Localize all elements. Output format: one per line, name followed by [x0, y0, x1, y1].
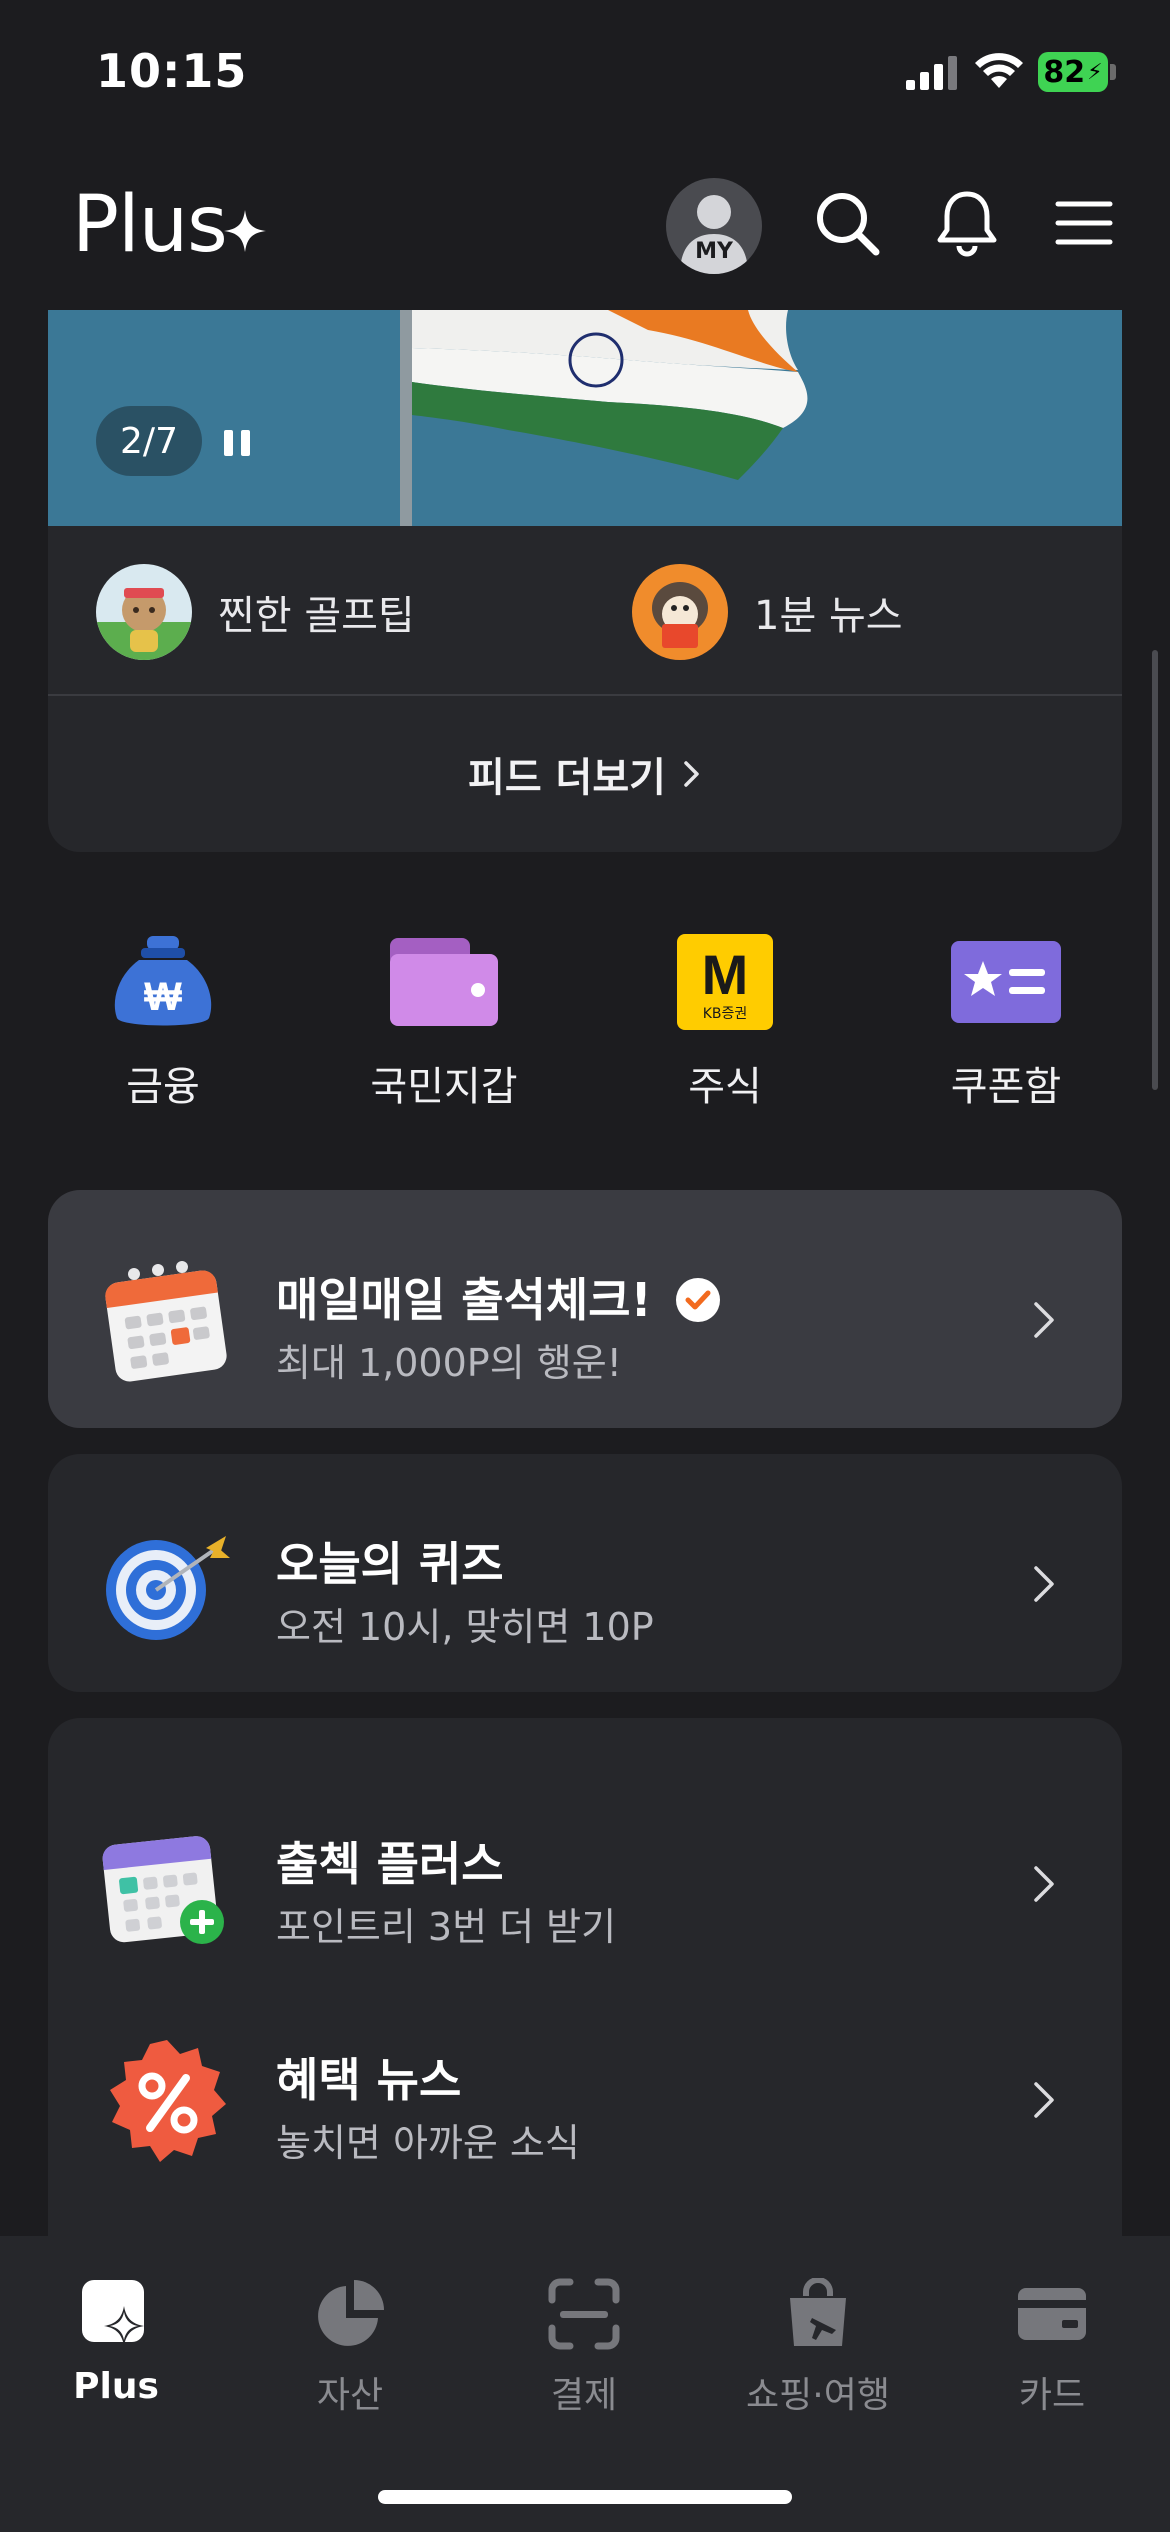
scrollbar[interactable]: [1152, 650, 1158, 1090]
hedgehog-reading-icon: [632, 564, 728, 660]
sparkle-icon: [224, 210, 266, 252]
shopping-bag-plane-icon: [790, 2278, 846, 2346]
kb-securities-icon: M KB증권: [677, 934, 773, 1030]
app-logo[interactable]: Plus: [72, 180, 228, 270]
chevron-right-icon: [1034, 1302, 1054, 1338]
quiz-row[interactable]: 오늘의 퀴즈 오전 10시, 맞히면 10P: [48, 1472, 1122, 1672]
tab-payment[interactable]: 결제: [484, 2272, 684, 2418]
tab-plus[interactable]: Plus: [16, 2272, 216, 2407]
benefits-card: 출첵 플러스 포인트리 3번 더 받기 혜택 뉴스 놓치면 아까운 소식: [48, 1718, 1122, 2278]
golf-avatar: [96, 564, 192, 660]
quick-menu-coupon[interactable]: 쿠폰함: [906, 930, 1106, 1112]
benefit-news-title: 혜택 뉴스: [276, 2053, 462, 2107]
attendance-title: 매일매일 출석체크!: [276, 1264, 722, 1330]
search-icon[interactable]: [812, 188, 882, 258]
check-plus-subtitle: 포인트리 3번 더 받기: [276, 1905, 617, 1949]
attendance-card[interactable]: 매일매일 출석체크! 최대 1,000P의 행운!: [48, 1190, 1122, 1428]
target-dart-icon: [106, 1536, 230, 1640]
check-badge-icon: [675, 1278, 720, 1322]
quiz-title: 오늘의 퀴즈: [276, 1537, 504, 1591]
tab-card[interactable]: 카드: [952, 2272, 1152, 2418]
chevron-right-icon: [684, 761, 699, 787]
app-header: Plus MY: [0, 170, 1170, 310]
tab-label: 카드: [1018, 2375, 1086, 2416]
feed-card: 2/7 찐한 골프팁 1분 뉴스 피드 더보기: [48, 310, 1122, 852]
check-plus-row[interactable]: 출첵 플러스 포인트리 3번 더 받기: [48, 1772, 1122, 1972]
menu-icon[interactable]: [1054, 188, 1114, 258]
calendar-plus-icon: [102, 1836, 224, 1944]
money-bag-icon: ₩: [114, 936, 212, 1026]
quick-menu-label: 금융: [126, 1064, 200, 1110]
my-avatar-button[interactable]: MY: [666, 178, 762, 274]
quick-menu-label: 주식: [688, 1064, 762, 1110]
credit-card-icon: [1018, 2288, 1086, 2340]
status-time: 10:15: [96, 44, 248, 98]
quiz-card[interactable]: 오늘의 퀴즈 오전 10시, 맞히면 10P: [48, 1454, 1122, 1692]
feed-items: 찐한 골프팁 1분 뉴스: [48, 526, 1122, 706]
attendance-row[interactable]: 매일매일 출석체크! 최대 1,000P의 행운!: [48, 1208, 1122, 1408]
feed-item-golf[interactable]: 찐한 골프팁: [96, 562, 415, 662]
tab-label: 결제: [550, 2375, 618, 2416]
plus-sparkle-icon: [82, 2280, 144, 2346]
wifi-icon: [975, 53, 1023, 88]
tab-assets[interactable]: 자산: [250, 2272, 450, 2418]
wallet-icon: [390, 938, 498, 1026]
benefit-news-subtitle: 놓치면 아까운 소식: [276, 2121, 580, 2165]
calendar-icon: [105, 1261, 227, 1382]
feed-more-label: 피드 더보기: [468, 755, 666, 801]
percent-badge-icon: [110, 2040, 226, 2162]
feed-item-news[interactable]: 1분 뉴스: [632, 562, 903, 662]
feed-item-label: 1분 뉴스: [754, 593, 903, 639]
golf-bear-icon: [96, 564, 192, 660]
pie-chart-icon: [318, 2280, 384, 2346]
tab-label: 자산: [316, 2375, 384, 2416]
status-bar: 10:15 82 ⚡: [0, 0, 1170, 140]
benefit-news-row[interactable]: 혜택 뉴스 놓치면 아까운 소식: [48, 1988, 1122, 2188]
flag-image: [48, 310, 1122, 526]
battery-tip: [1110, 64, 1116, 80]
quick-menu-label: 쿠폰함: [950, 1064, 1062, 1110]
quick-menu-wallet[interactable]: 국민지갑: [344, 930, 544, 1112]
scan-icon: [548, 2278, 620, 2350]
battery-indicator: 82 ⚡: [1038, 52, 1108, 92]
avatar-label: MY: [695, 239, 733, 264]
tab-label: Plus: [73, 2366, 159, 2407]
chevron-right-icon: [1034, 2082, 1054, 2118]
cellular-signal-icon: [906, 56, 957, 90]
news-avatar: [632, 564, 728, 660]
feed-more-button[interactable]: 피드 더보기: [48, 696, 1122, 852]
quick-menu-finance[interactable]: ₩ 금융: [63, 930, 263, 1112]
check-plus-title: 출첵 플러스: [276, 1837, 504, 1891]
bell-icon[interactable]: [932, 188, 1002, 258]
home-indicator[interactable]: [378, 2490, 792, 2504]
svg-text:KB증권: KB증권: [703, 1006, 748, 1022]
banner-pager: 2/7: [96, 406, 202, 476]
chevron-right-icon: [1034, 1566, 1054, 1602]
svg-text:M: M: [702, 943, 749, 1006]
coupon-icon: [951, 941, 1061, 1023]
quick-menu-stock[interactable]: M KB증권 주식: [625, 930, 825, 1112]
tab-label: 쇼핑·여행: [746, 2375, 890, 2416]
chevron-right-icon: [1034, 1866, 1054, 1902]
svg-text:₩: ₩: [144, 975, 182, 1019]
tab-shopping-travel[interactable]: 쇼핑·여행: [718, 2272, 918, 2418]
pause-icon[interactable]: [222, 428, 252, 458]
quiz-subtitle: 오전 10시, 맞히면 10P: [276, 1605, 654, 1649]
feed-item-label: 찐한 골프팁: [218, 593, 415, 639]
quick-menu: ₩ 금융 국민지갑 M KB증권 주식 쿠폰함: [48, 930, 1122, 1110]
feed-banner[interactable]: 2/7: [48, 310, 1122, 526]
quick-menu-label: 국민지갑: [370, 1064, 518, 1110]
bottom-tab-bar: Plus 자산 결제 쇼핑·여행 카드: [0, 2236, 1170, 2532]
attendance-subtitle: 최대 1,000P의 행운!: [276, 1341, 622, 1385]
